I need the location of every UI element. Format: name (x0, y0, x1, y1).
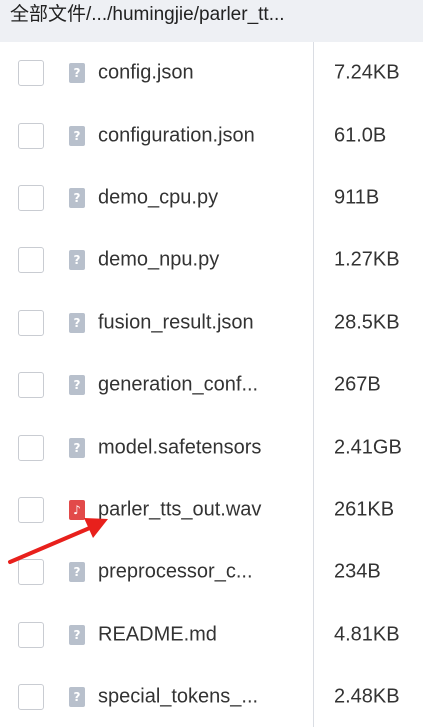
row-checkbox[interactable] (18, 60, 44, 87)
unknown-file-icon: ? (69, 562, 85, 583)
file-row[interactable]: ? configuration.json 61.0B (0, 104, 423, 166)
file-name[interactable]: generation_conf... (98, 374, 258, 397)
file-name[interactable]: demo_npu.py (98, 249, 219, 272)
file-size: 4.81KB (334, 623, 400, 646)
file-list: ? config.json 7.24KB ? configuration.jso… (0, 42, 423, 728)
unknown-file-icon: ? (69, 375, 85, 396)
file-name[interactable]: configuration.json (98, 124, 255, 147)
audio-file-icon: ♪ (69, 499, 85, 520)
row-checkbox[interactable] (18, 621, 44, 648)
unknown-file-icon: ? (69, 187, 85, 208)
file-size: 911B (334, 186, 380, 209)
row-checkbox[interactable] (18, 184, 44, 211)
unknown-file-icon: ? (69, 687, 85, 708)
row-checkbox[interactable] (18, 122, 44, 149)
file-row[interactable]: ? preprocessor_c... 234B (0, 541, 423, 603)
file-size: 234B (334, 560, 381, 583)
row-checkbox[interactable] (18, 496, 44, 523)
row-checkbox[interactable] (18, 309, 44, 336)
file-size: 7.24KB (334, 61, 400, 84)
file-row[interactable]: ? README.md 4.81KB (0, 604, 423, 666)
row-checkbox[interactable] (18, 372, 44, 399)
row-checkbox[interactable] (18, 684, 44, 711)
file-name[interactable]: model.safetensors (98, 436, 261, 459)
file-name[interactable]: README.md (98, 623, 217, 646)
file-name[interactable]: preprocessor_c... (98, 561, 253, 584)
unknown-file-icon: ? (69, 437, 85, 458)
unknown-file-icon: ? (69, 624, 85, 645)
file-size: 61.0B (334, 124, 387, 147)
unknown-file-icon: ? (69, 125, 85, 146)
file-row[interactable]: ? demo_cpu.py 911B (0, 167, 423, 229)
file-size: 2.41GB (334, 436, 402, 459)
row-checkbox[interactable] (18, 434, 44, 461)
file-name[interactable]: special_tokens_... (98, 686, 258, 709)
row-checkbox[interactable] (18, 559, 44, 586)
file-size: 28.5KB (334, 311, 400, 334)
file-name[interactable]: config.json (98, 62, 194, 85)
file-size: 2.48KB (334, 685, 400, 708)
unknown-file-icon: ? (69, 312, 85, 333)
file-size: 1.27KB (334, 248, 400, 271)
file-row[interactable]: ? fusion_result.json 28.5KB (0, 292, 423, 354)
row-checkbox[interactable] (18, 247, 44, 274)
file-row[interactable]: ? config.json 7.24KB (0, 42, 423, 104)
file-row[interactable]: ♪ parler_tts_out.wav 261KB (0, 479, 423, 541)
file-size: 261KB (334, 498, 395, 521)
file-row[interactable]: ? special_tokens_... 2.48KB (0, 666, 423, 728)
file-row[interactable]: ? model.safetensors 2.41GB (0, 416, 423, 478)
file-name[interactable]: fusion_result.json (98, 311, 254, 334)
file-row[interactable]: ? generation_conf... 267B (0, 354, 423, 416)
file-name[interactable]: demo_cpu.py (98, 186, 218, 209)
file-name[interactable]: parler_tts_out.wav (98, 498, 261, 521)
unknown-file-icon: ? (69, 250, 85, 271)
unknown-file-icon: ? (69, 63, 85, 84)
breadcrumb[interactable]: 全部文件/.../humingjie/parler_tt... (0, 0, 423, 42)
file-size: 267B (334, 373, 381, 396)
file-row[interactable]: ? demo_npu.py 1.27KB (0, 229, 423, 291)
